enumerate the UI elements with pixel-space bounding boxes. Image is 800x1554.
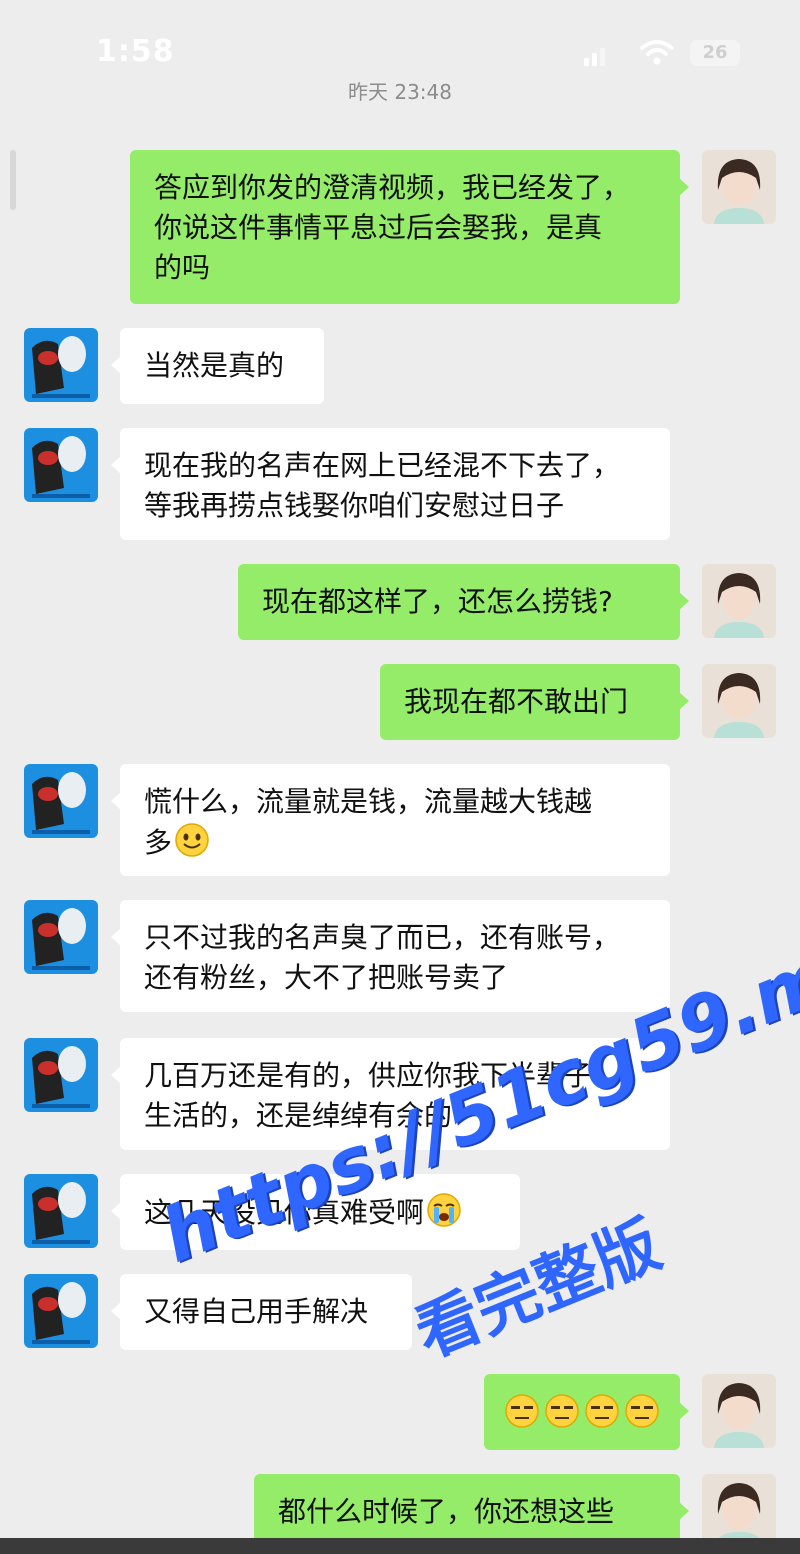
message-text: 我现在都不敢出门: [404, 685, 629, 718]
received-message-bubble[interactable]: 只不过我的名声臭了而已，还有账号， 还有粉丝，大不了把账号卖了: [111, 900, 670, 1012]
received-message-bubble[interactable]: 又得自己用手解决: [111, 1274, 412, 1350]
unamused-emoji-icon: [505, 1394, 659, 1428]
my-avatar[interactable]: [702, 150, 776, 224]
wifi-icon: [640, 40, 674, 65]
signal-icon: [584, 44, 606, 66]
contact-avatar[interactable]: [24, 428, 98, 502]
sent-message-bubble[interactable]: 我现在都不敢出门: [380, 664, 689, 740]
contact-avatar[interactable]: [24, 328, 98, 402]
crying-emoji-icon: [427, 1193, 461, 1227]
message-row: 现在我的名声在网上已经混不下去了， 等我再捞点钱娶你咱们安慰过日子: [0, 428, 800, 540]
message-text: 现在都这样了，还怎么捞钱?: [262, 585, 613, 618]
received-message-bubble[interactable]: 现在我的名声在网上已经混不下去了， 等我再捞点钱娶你咱们安慰过日子: [111, 428, 670, 540]
my-avatar[interactable]: [702, 664, 776, 738]
sent-message-bubble[interactable]: 答应到你发的澄清视频，我已经发了， 你说这件事情平息过后会娶我，是真 的吗: [130, 150, 689, 304]
contact-avatar[interactable]: [24, 900, 98, 974]
message-text: 慌什么，流量就是钱，流量越大钱越 多: [144, 785, 593, 859]
smile-emoji-icon: [175, 823, 209, 857]
bottom-bar: [0, 1538, 800, 1554]
message-text: 只不过我的名声臭了而已，还有账号， 还有粉丝，大不了把账号卖了: [144, 921, 621, 994]
status-time: 1:58: [96, 34, 175, 69]
message-text: 现在我的名声在网上已经混不下去了， 等我再捞点钱娶你咱们安慰过日子: [144, 449, 621, 522]
message-row: 又得自己用手解决: [0, 1274, 800, 1350]
chat-date-separator: 昨天 23:48: [348, 80, 452, 104]
message-row: 慌什么，流量就是钱，流量越大钱越 多: [0, 764, 800, 876]
contact-avatar[interactable]: [24, 764, 98, 838]
contact-avatar[interactable]: [24, 1038, 98, 1112]
message-row: 答应到你发的澄清视频，我已经发了， 你说这件事情平息过后会娶我，是真 的吗: [0, 150, 800, 304]
message-row: 我现在都不敢出门: [0, 664, 800, 740]
message-row: 当然是真的: [0, 328, 800, 404]
sent-message-bubble[interactable]: [484, 1374, 689, 1450]
message-row: 现在都这样了，还怎么捞钱?: [0, 564, 800, 640]
sent-message-bubble[interactable]: 现在都这样了，还怎么捞钱?: [238, 564, 689, 640]
message-text: 都什么时候了，你还想这些: [278, 1495, 615, 1528]
battery-indicator: 26: [690, 40, 740, 66]
my-avatar[interactable]: [702, 1474, 776, 1548]
message-row: [0, 1374, 800, 1450]
contact-avatar[interactable]: [24, 1174, 98, 1248]
contact-avatar[interactable]: [24, 1274, 98, 1348]
my-avatar[interactable]: [702, 564, 776, 638]
message-text: 答应到你发的澄清视频，我已经发了， 你说这件事情平息过后会娶我，是真 的吗: [154, 171, 631, 284]
received-message-bubble[interactable]: 当然是真的: [111, 328, 324, 404]
message-text: 又得自己用手解决: [144, 1295, 369, 1328]
received-message-bubble[interactable]: 慌什么，流量就是钱，流量越大钱越 多: [111, 764, 670, 876]
message-text: 当然是真的: [144, 349, 285, 382]
my-avatar[interactable]: [702, 1374, 776, 1448]
